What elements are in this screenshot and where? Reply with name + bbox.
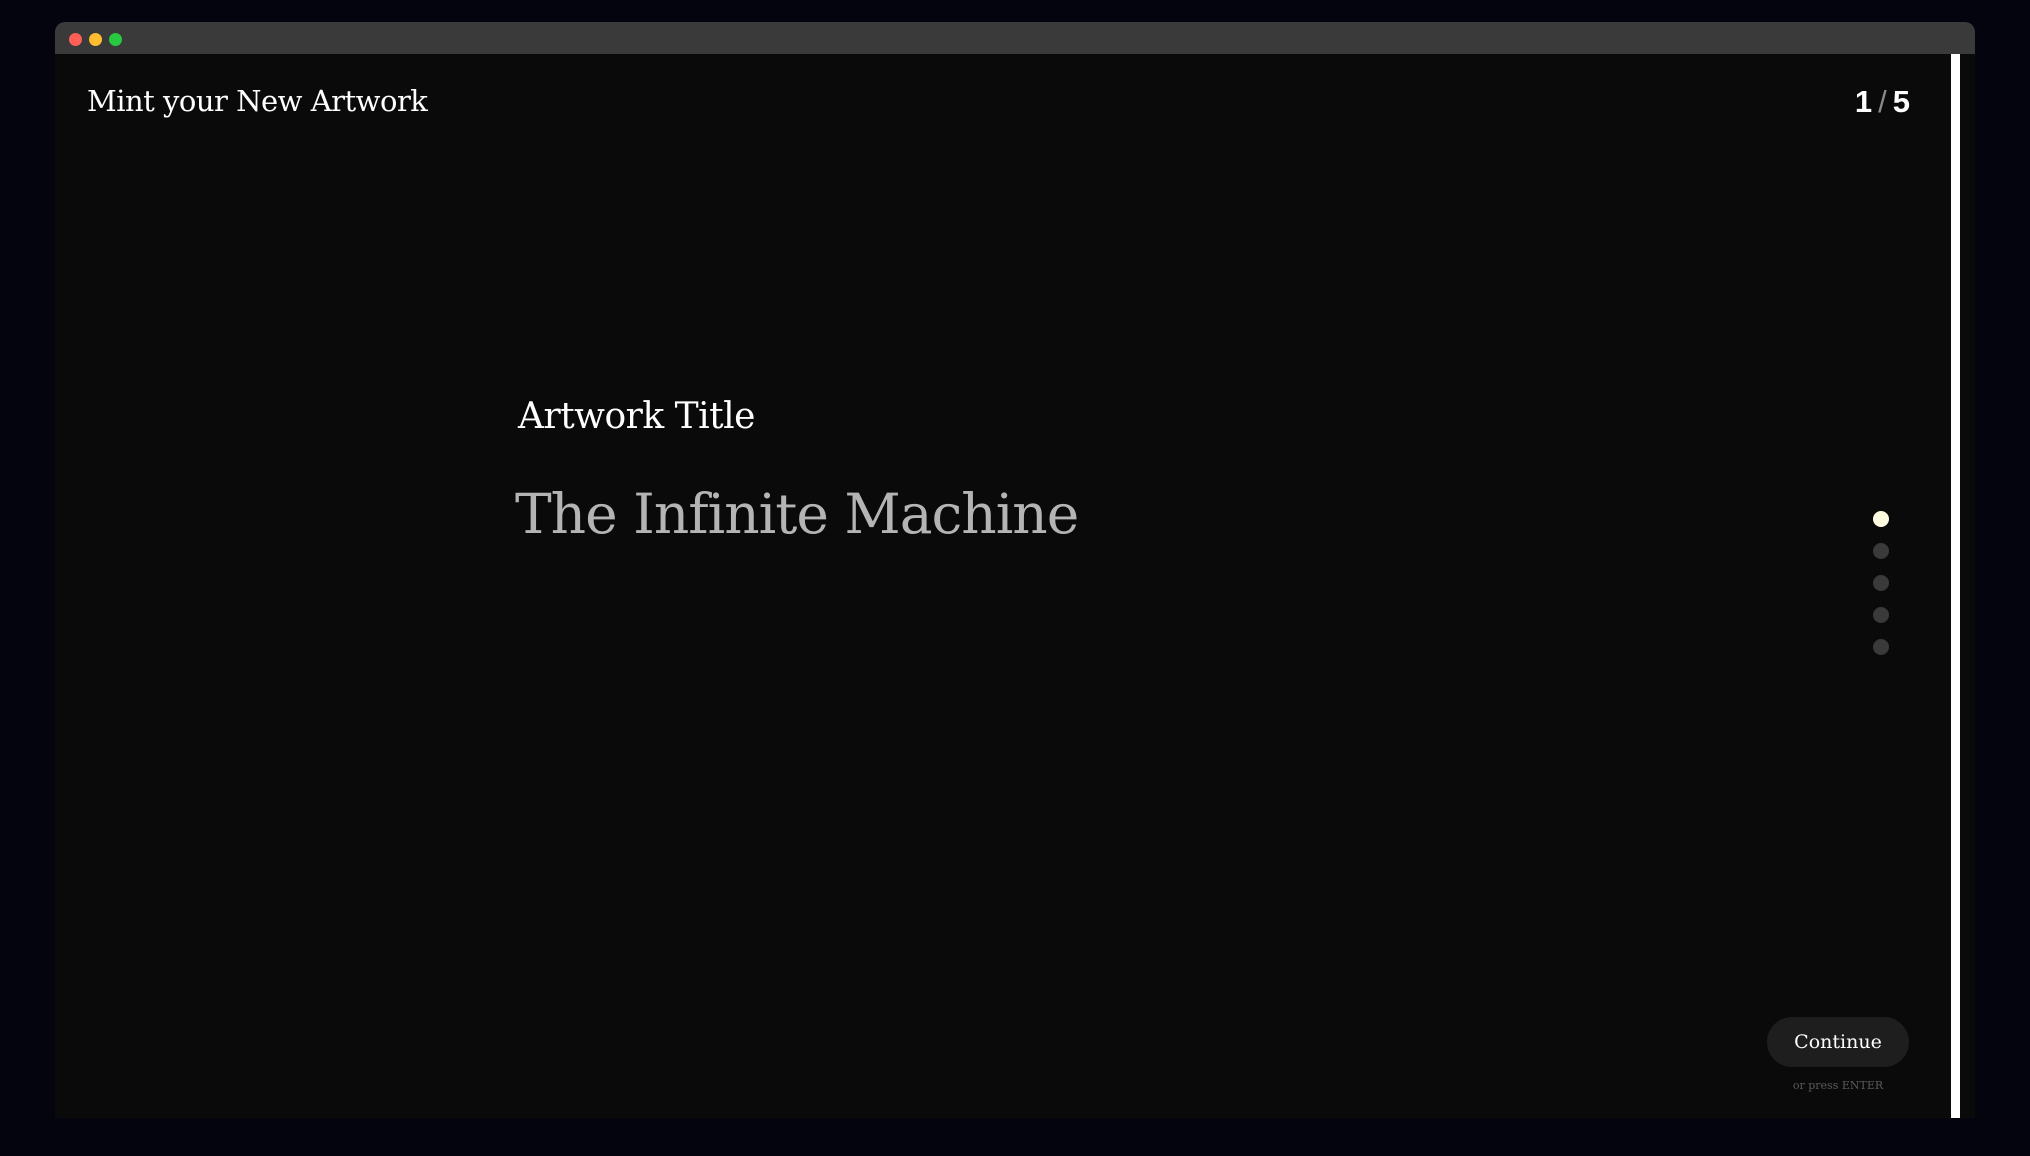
window-close-button[interactable] (69, 33, 82, 46)
artwork-title-input[interactable] (515, 474, 1515, 554)
step-dot-1[interactable] (1873, 511, 1889, 527)
continue-button[interactable]: Continue (1767, 1017, 1909, 1067)
window-minimize-button[interactable] (89, 33, 102, 46)
scrollbar-thumb[interactable] (1951, 54, 1960, 1118)
step-dot-2[interactable] (1873, 543, 1889, 559)
app-window: Mint your New Artwork 1/5 Artwork Title … (55, 22, 1975, 1118)
window-titlebar (55, 22, 1975, 54)
step-progress-dots (1873, 511, 1889, 671)
step-current: 1 (1854, 84, 1873, 119)
page-title: Mint your New Artwork (87, 84, 428, 118)
step-dot-4[interactable] (1873, 607, 1889, 623)
step-dot-3[interactable] (1873, 575, 1889, 591)
step-dot-5[interactable] (1873, 639, 1889, 655)
step-counter: 1/5 (1855, 84, 1910, 120)
step-separator: / (1878, 84, 1887, 119)
enter-key-hint: or press ENTER (1792, 1079, 1884, 1092)
mint-form-page: Mint your New Artwork 1/5 Artwork Title … (55, 54, 1950, 1118)
step-total: 5 (1892, 84, 1910, 119)
artwork-title-label: Artwork Title (518, 396, 755, 437)
window-maximize-button[interactable] (109, 33, 122, 46)
